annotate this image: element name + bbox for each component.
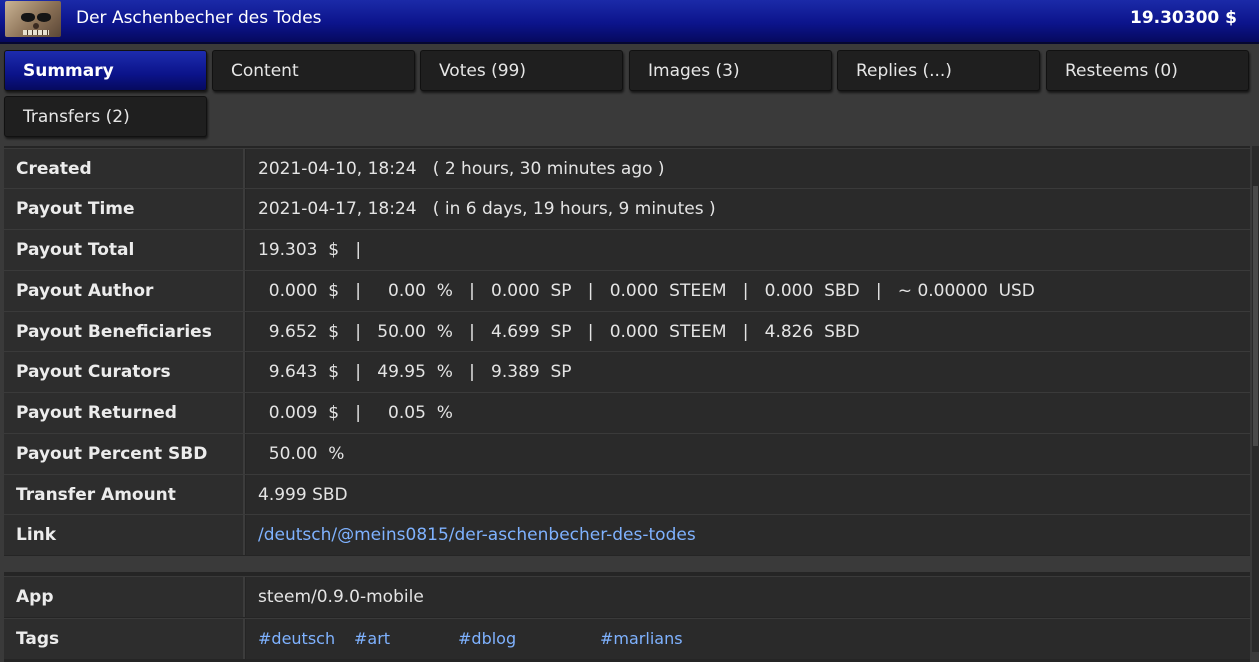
row-value: 2021-04-10, 18:24 ( 2 hours, 30 minutes … <box>246 149 1250 189</box>
row-label: Payout Time <box>4 189 245 229</box>
tab-summary[interactable]: Summary <box>4 50 207 91</box>
row-value: 0.000 $ | 0.00 % | 0.000 SP | 0.000 STEE… <box>246 271 1250 311</box>
row-payout-time: Payout Time 2021-04-17, 18:24 ( in 6 day… <box>4 188 1250 229</box>
tab-content[interactable]: Content <box>212 50 415 91</box>
row-payout-curators: Payout Curators 9.643 $ | 49.95 % | 9.38… <box>4 351 1250 392</box>
row-label: Tags <box>4 619 245 659</box>
row-label: App <box>4 577 245 617</box>
row-value: 9.652 $ | 50.00 % | 4.699 SP | 0.000 STE… <box>246 312 1250 352</box>
row-label: Link <box>4 515 245 555</box>
tab-replies[interactable]: Replies (...) <box>837 50 1040 91</box>
row-label: Created <box>4 149 245 189</box>
tab-transfers[interactable]: Transfers (2) <box>4 96 207 137</box>
row-value: 4.999 SBD <box>246 475 1250 515</box>
title-bar: Der Aschenbecher des Todes 19.30300 $ <box>0 0 1259 44</box>
row-value: 2021-04-17, 18:24 ( in 6 days, 19 hours,… <box>246 189 1250 229</box>
row-payout-percent-sbd: Payout Percent SBD 50.00 % <box>4 433 1250 474</box>
row-payout-returned: Payout Returned 0.009 $ | 0.05 % <box>4 392 1250 433</box>
tag-link[interactable]: #marlians <box>600 619 683 659</box>
row-value: #deutsch #art #dblog #marlians <box>246 619 1250 659</box>
skull-avatar-icon <box>5 1 61 37</box>
row-value: 9.643 $ | 49.95 % | 9.389 SP <box>246 352 1250 392</box>
row-value: 0.009 $ | 0.05 % <box>246 393 1250 433</box>
tag-link[interactable]: #deutsch <box>258 619 335 659</box>
row-label: Payout Curators <box>4 352 245 392</box>
row-payout-author: Payout Author 0.000 $ | 0.00 % | 0.000 S… <box>4 270 1250 311</box>
row-label: Payout Percent SBD <box>4 434 245 474</box>
row-value: /deutsch/@meins0815/der-aschenbecher-des… <box>246 515 1250 555</box>
payout-total-header: 19.30300 $ <box>1129 8 1237 28</box>
row-label: Payout Returned <box>4 393 245 433</box>
row-payout-total: Payout Total 19.303 $ | <box>4 229 1250 270</box>
tab-images[interactable]: Images (3) <box>629 50 832 91</box>
row-transfer-amount: Transfer Amount 4.999 SBD <box>4 474 1250 515</box>
meta-table: App steem/0.9.0-mobile Tags #deutsch #ar… <box>4 572 1250 662</box>
row-label: Transfer Amount <box>4 475 245 515</box>
row-label: Payout Total <box>4 230 245 270</box>
tab-votes[interactable]: Votes (99) <box>420 50 623 91</box>
summary-table: Created 2021-04-10, 18:24 ( 2 hours, 30 … <box>4 146 1250 556</box>
row-link: Link /deutsch/@meins0815/der-aschenbeche… <box>4 514 1250 555</box>
row-value: 50.00 % <box>246 434 1250 474</box>
row-tags: Tags #deutsch #art #dblog #marlians <box>4 618 1250 659</box>
post-link[interactable]: /deutsch/@meins0815/der-aschenbecher-des… <box>258 525 696 545</box>
tag-link[interactable]: #dblog <box>458 619 516 659</box>
row-label: Payout Author <box>4 271 245 311</box>
tab-bar: Summary Content Votes (99) Images (3) Re… <box>0 46 1259 142</box>
scrollbar[interactable] <box>1252 146 1259 652</box>
post-title: Der Aschenbecher des Todes <box>76 8 322 28</box>
row-label: Payout Beneficiaries <box>4 312 245 352</box>
tag-link[interactable]: #art <box>354 619 390 659</box>
row-payout-beneficiaries: Payout Beneficiaries 9.652 $ | 50.00 % |… <box>4 311 1250 352</box>
scrollbar-thumb[interactable] <box>1253 186 1258 446</box>
row-value: steem/0.9.0-mobile <box>246 577 1250 617</box>
tab-resteems[interactable]: Resteems (0) <box>1046 50 1249 91</box>
row-created: Created 2021-04-10, 18:24 ( 2 hours, 30 … <box>4 148 1250 189</box>
row-app: App steem/0.9.0-mobile <box>4 576 1250 617</box>
row-value: 19.303 $ | <box>246 230 1250 270</box>
